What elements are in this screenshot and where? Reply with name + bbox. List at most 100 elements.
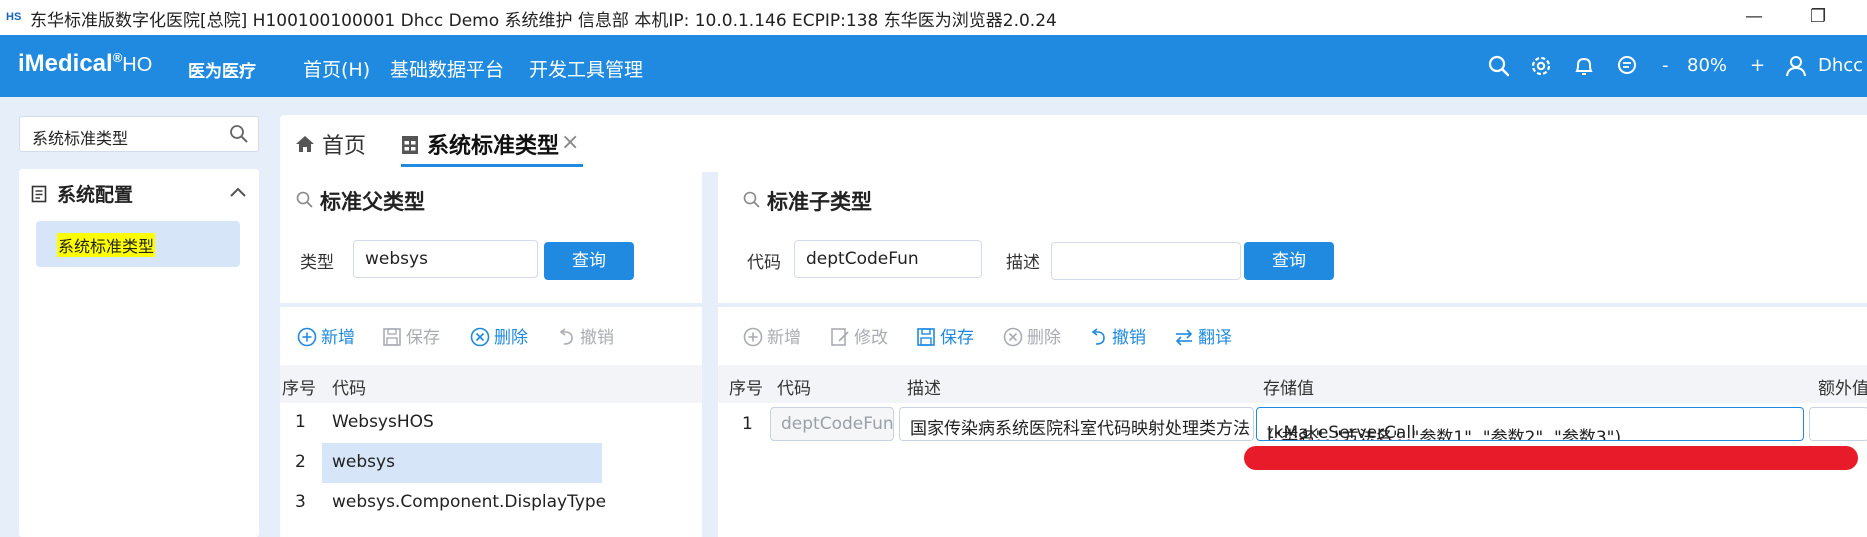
parent-save-button[interactable]: 保存 [382, 323, 440, 348]
column-header-seq: 序号 [729, 379, 763, 399]
table-row[interactable]: 1 deptCodeFun 国家传染病系统医院科室代码映射处理类方法 tkMak… [718, 403, 1867, 445]
column-header-desc: 描述 [907, 379, 941, 399]
desc-label: 描述 [1006, 253, 1040, 273]
sidebar-search-input[interactable]: 系统标准类型 [19, 116, 259, 152]
parent-undo-button[interactable]: 撤销 [556, 323, 614, 348]
row-seq: 1 [742, 414, 753, 434]
tab-active-label: 系统标准类型 [427, 134, 560, 159]
code-input[interactable]: deptCodeFun [794, 240, 982, 278]
row-desc: 国家传染病系统医院科室代码映射处理类方法 [910, 419, 1250, 439]
chevron-up-icon[interactable] [229, 185, 247, 199]
bell-icon[interactable] [1571, 53, 1597, 79]
panel-gutter [272, 157, 280, 537]
minimize-button[interactable]: — [1745, 6, 1763, 27]
child-translate-button[interactable]: 翻译 [1174, 323, 1232, 348]
column-header-value: 存储值 [1263, 379, 1314, 399]
row-seq: 1 [295, 412, 306, 432]
brand-subtitle: 医为医疗 [188, 62, 256, 82]
translate-icon [1175, 329, 1193, 346]
desc-input[interactable] [1051, 242, 1241, 280]
child-type-panel: 标准子类型 代码 deptCodeFun 描述 查询 新增 修改 保存 删除 撤… [718, 172, 1867, 537]
child-add-button[interactable]: 新增 [743, 323, 801, 348]
home-icon [296, 136, 314, 152]
document-icon [31, 185, 47, 203]
save-icon [383, 328, 401, 346]
sidebar-item-system-standard-type[interactable]: 系统标准类型 [36, 221, 240, 267]
table-row[interactable]: 3 websys.Component.DisplayType [280, 483, 702, 523]
delete-icon [1003, 327, 1023, 347]
sidebar-group-label: 系统配置 [57, 184, 134, 206]
chat-icon[interactable] [1614, 53, 1640, 79]
parent-query-button[interactable]: 查询 [544, 242, 634, 280]
child-delete-button[interactable]: 删除 [1003, 323, 1061, 348]
search-icon[interactable] [228, 123, 250, 145]
row-extra-cell[interactable] [1809, 407, 1867, 441]
brand-logo: iMedical®HO [18, 50, 153, 77]
row-code: deptCodeFun [781, 414, 894, 434]
child-save-button[interactable]: 保存 [916, 323, 974, 348]
tab-system-standard-type[interactable]: 系统标准类型 × [401, 115, 591, 173]
column-header-code: 代码 [777, 379, 811, 399]
child-panel-title: 标准子类型 [767, 190, 872, 214]
row-seq: 3 [295, 492, 306, 512]
sidebar-search-value: 系统标准类型 [32, 129, 129, 148]
type-label: 类型 [300, 253, 334, 273]
child-query-button[interactable]: 查询 [1244, 242, 1334, 280]
delete-icon [470, 327, 490, 347]
menu-basic-data-platform[interactable]: 基础数据平台 [390, 55, 504, 82]
sidebar-item-label: 系统标准类型 [57, 233, 156, 257]
add-icon [297, 327, 317, 347]
table-icon [402, 136, 418, 154]
column-header-extra: 额外值 [1818, 379, 1867, 399]
window-title-bar: HS 东华标准版数字化医院[总院] H100100100001 Dhcc Dem… [0, 0, 1867, 35]
row-code: WebsysHOS [332, 412, 434, 432]
code-label: 代码 [747, 253, 781, 273]
restore-button[interactable]: ❐ [1810, 6, 1826, 27]
column-header-seq: 序号 [282, 379, 316, 399]
parent-panel-title: 标准父类型 [320, 190, 425, 214]
menu-dev-tools[interactable]: 开发工具管理 [529, 55, 643, 82]
code-input-value: deptCodeFun [806, 249, 919, 269]
panel-splitter[interactable] [702, 172, 718, 537]
search-icon[interactable] [1486, 53, 1512, 79]
user-name[interactable]: Dhcc D [1818, 55, 1867, 76]
tab-home-label: 首页 [322, 134, 367, 159]
tab-close-icon[interactable]: × [561, 130, 579, 155]
row-value-editor[interactable]: tkMakeServerCall ("类名", "方法名", "参数1", "参数… [1256, 407, 1804, 441]
parent-delete-button[interactable]: 删除 [470, 323, 528, 348]
undo-icon [1091, 328, 1105, 345]
search-icon [296, 191, 313, 208]
parent-table-header: 序号 代码 [280, 365, 702, 403]
column-header-code: 代码 [332, 379, 366, 399]
search-icon [743, 191, 760, 208]
zoom-level: 80% [1687, 55, 1728, 76]
type-input-value: websys [365, 249, 428, 269]
table-row-selected[interactable]: 2 websys [280, 443, 702, 483]
top-header: iMedical®HO 医为医疗 首页(H) 基础数据平台 开发工具管理 - 8… [0, 35, 1867, 97]
edit-icon [831, 328, 849, 346]
divider [718, 303, 1867, 307]
child-edit-button[interactable]: 修改 [830, 323, 888, 348]
user-icon[interactable] [1783, 53, 1809, 79]
gear-icon[interactable] [1528, 53, 1554, 79]
parent-type-panel: 标准父类型 类型 websys 查询 新增 保存 删除 撤销 序号 代码 1 W… [280, 172, 702, 537]
child-table-header: 序号 代码 描述 存储值 额外值 [718, 365, 1867, 403]
zoom-in-button[interactable]: + [1750, 55, 1765, 76]
row-desc-cell[interactable]: 国家传染病系统医院科室代码映射处理类方法 [899, 407, 1254, 441]
row-code: websys.Component.DisplayType [332, 492, 607, 512]
tab-home[interactable]: 首页 [294, 115, 394, 173]
divider [280, 303, 702, 307]
menu-home[interactable]: 首页(H) [303, 55, 370, 82]
annotation-highlight [1244, 446, 1858, 470]
zoom-out-button[interactable]: - [1662, 55, 1669, 76]
table-row[interactable]: 1 WebsysHOS [280, 403, 702, 443]
sidebar-group-system-config[interactable]: 系统配置 [19, 169, 259, 217]
row-code-cell: deptCodeFun [770, 407, 894, 441]
row-seq: 2 [295, 452, 306, 472]
tab-bar: 首页 系统标准类型 × [280, 115, 1867, 173]
child-undo-button[interactable]: 撤销 [1088, 323, 1146, 348]
app-logo-icon: HS [6, 11, 22, 23]
type-input[interactable]: websys [353, 240, 538, 278]
sidebar-nav: 系统配置 系统标准类型 [19, 169, 259, 537]
parent-add-button[interactable]: 新增 [297, 323, 355, 348]
